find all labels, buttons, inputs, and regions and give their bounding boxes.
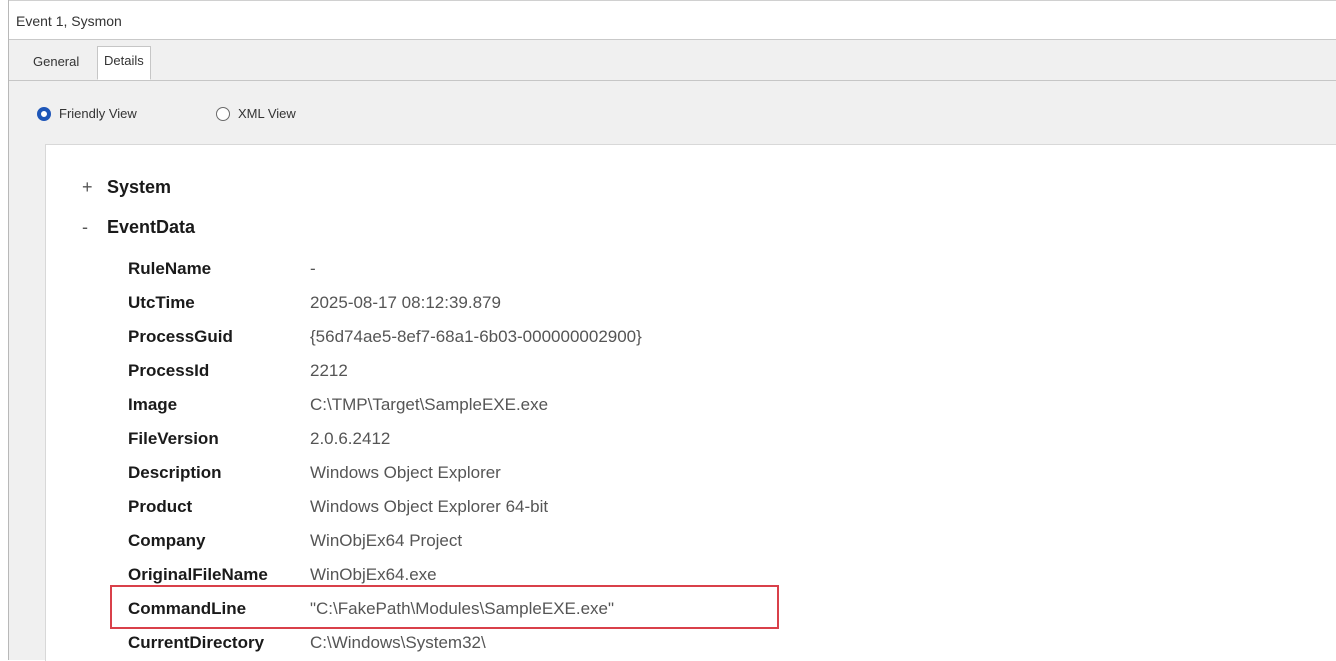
event-properties-window: Event 1, Sysmon General Details Friendly… bbox=[8, 0, 1336, 661]
commandline-highlight-box bbox=[110, 585, 779, 629]
field-value: 2025-08-17 08:12:39.879 bbox=[310, 293, 501, 312]
field-value: WinObjEx64 Project bbox=[310, 531, 463, 550]
tab-details[interactable]: Details bbox=[97, 46, 151, 80]
field-key: FileVersion bbox=[128, 429, 219, 448]
field-key: ProcessGuid bbox=[128, 327, 233, 346]
field-key: Description bbox=[128, 463, 222, 482]
field-value: Windows Object Explorer bbox=[310, 463, 501, 482]
field-key: Product bbox=[128, 497, 193, 516]
field-value: - bbox=[310, 259, 316, 278]
radio-unselected-icon bbox=[216, 106, 230, 121]
field-value: {56d74ae5-8ef7-68a1-6b03-000000002900} bbox=[310, 327, 642, 346]
tree-node-system[interactable]: + System bbox=[82, 177, 171, 198]
tree-node-eventdata[interactable]: - EventData bbox=[82, 217, 195, 238]
field-value: Windows Object Explorer 64-bit bbox=[310, 497, 549, 516]
tab-general[interactable]: General bbox=[27, 48, 85, 78]
details-panel: + System - EventData RuleName - UtcTime … bbox=[45, 144, 1336, 661]
radio-selected-icon bbox=[37, 106, 51, 121]
xml-view-radio[interactable]: XML View bbox=[216, 106, 296, 121]
friendly-view-label: Friendly View bbox=[59, 106, 137, 121]
field-key: CurrentDirectory bbox=[128, 633, 265, 652]
collapse-icon[interactable]: - bbox=[82, 217, 102, 238]
tab-strip: General Details bbox=[9, 40, 1336, 81]
friendly-view-radio[interactable]: Friendly View bbox=[37, 106, 137, 121]
field-value: C:\TMP\Target\SampleEXE.exe bbox=[310, 395, 549, 414]
tree-node-label: System bbox=[107, 177, 172, 197]
expand-icon[interactable]: + bbox=[82, 177, 102, 198]
field-key: ProcessId bbox=[128, 361, 210, 380]
field-key: Company bbox=[128, 531, 206, 550]
field-value: 2212 bbox=[310, 361, 348, 380]
field-value: 2.0.6.2412 bbox=[310, 429, 391, 448]
title-bar: Event 1, Sysmon bbox=[9, 0, 1336, 40]
xml-view-label: XML View bbox=[238, 106, 296, 121]
window-title: Event 1, Sysmon bbox=[16, 13, 122, 29]
field-key: UtcTime bbox=[128, 293, 195, 312]
tree-node-label: EventData bbox=[107, 217, 196, 237]
view-options: Friendly View XML View bbox=[9, 96, 1336, 136]
field-value: C:\Windows\System32\ bbox=[310, 633, 486, 652]
field-key: RuleName bbox=[128, 259, 212, 278]
field-key: Image bbox=[128, 395, 178, 414]
